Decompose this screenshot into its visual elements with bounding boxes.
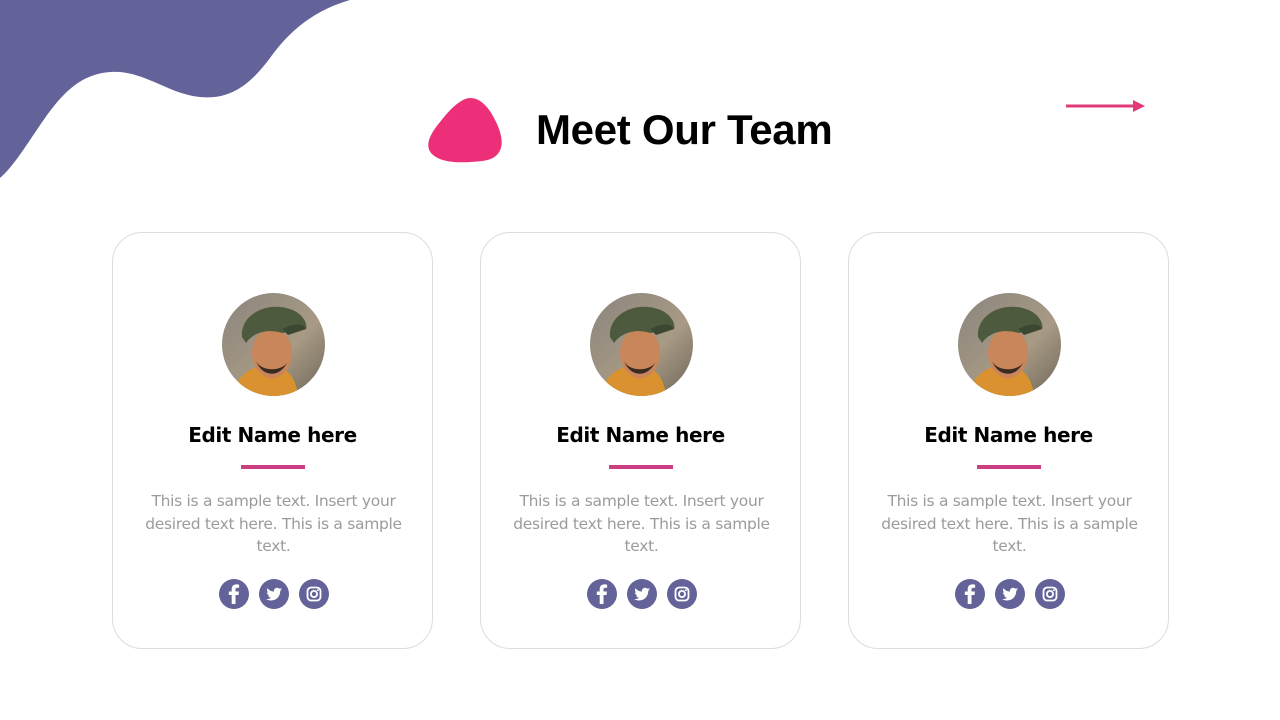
team-member-card: Edit Name here This is a sample text. In… [480, 232, 801, 649]
corner-wave-shape [0, 0, 350, 178]
social-links [955, 579, 1065, 609]
member-name: Edit Name here [556, 423, 725, 447]
avatar [958, 293, 1061, 396]
twitter-icon[interactable] [995, 579, 1025, 609]
name-underline [241, 465, 305, 469]
social-links [219, 579, 329, 609]
twitter-icon[interactable] [627, 579, 657, 609]
twitter-icon[interactable] [259, 579, 289, 609]
facebook-icon[interactable] [587, 579, 617, 609]
member-description: This is a sample text. Insert your desir… [513, 492, 770, 555]
facebook-icon[interactable] [955, 579, 985, 609]
instagram-icon[interactable] [1035, 579, 1065, 609]
name-underline [977, 465, 1041, 469]
instagram-icon[interactable] [299, 579, 329, 609]
member-description: This is a sample text. Insert your desir… [145, 492, 402, 555]
avatar [222, 293, 325, 396]
team-member-card: Edit Name here This is a sample text. In… [112, 232, 433, 649]
member-name: Edit Name here [924, 423, 1093, 447]
arrow-right-icon[interactable] [1065, 99, 1147, 113]
instagram-icon[interactable] [667, 579, 697, 609]
member-name: Edit Name here [188, 423, 357, 447]
facebook-icon[interactable] [219, 579, 249, 609]
avatar [590, 293, 693, 396]
member-description: This is a sample text. Insert your desir… [881, 492, 1138, 555]
name-underline [609, 465, 673, 469]
title-blob-shape [428, 98, 502, 163]
social-links [587, 579, 697, 609]
page-title: Meet Our Team [536, 106, 833, 153]
team-member-card: Edit Name here This is a sample text. In… [848, 232, 1169, 649]
